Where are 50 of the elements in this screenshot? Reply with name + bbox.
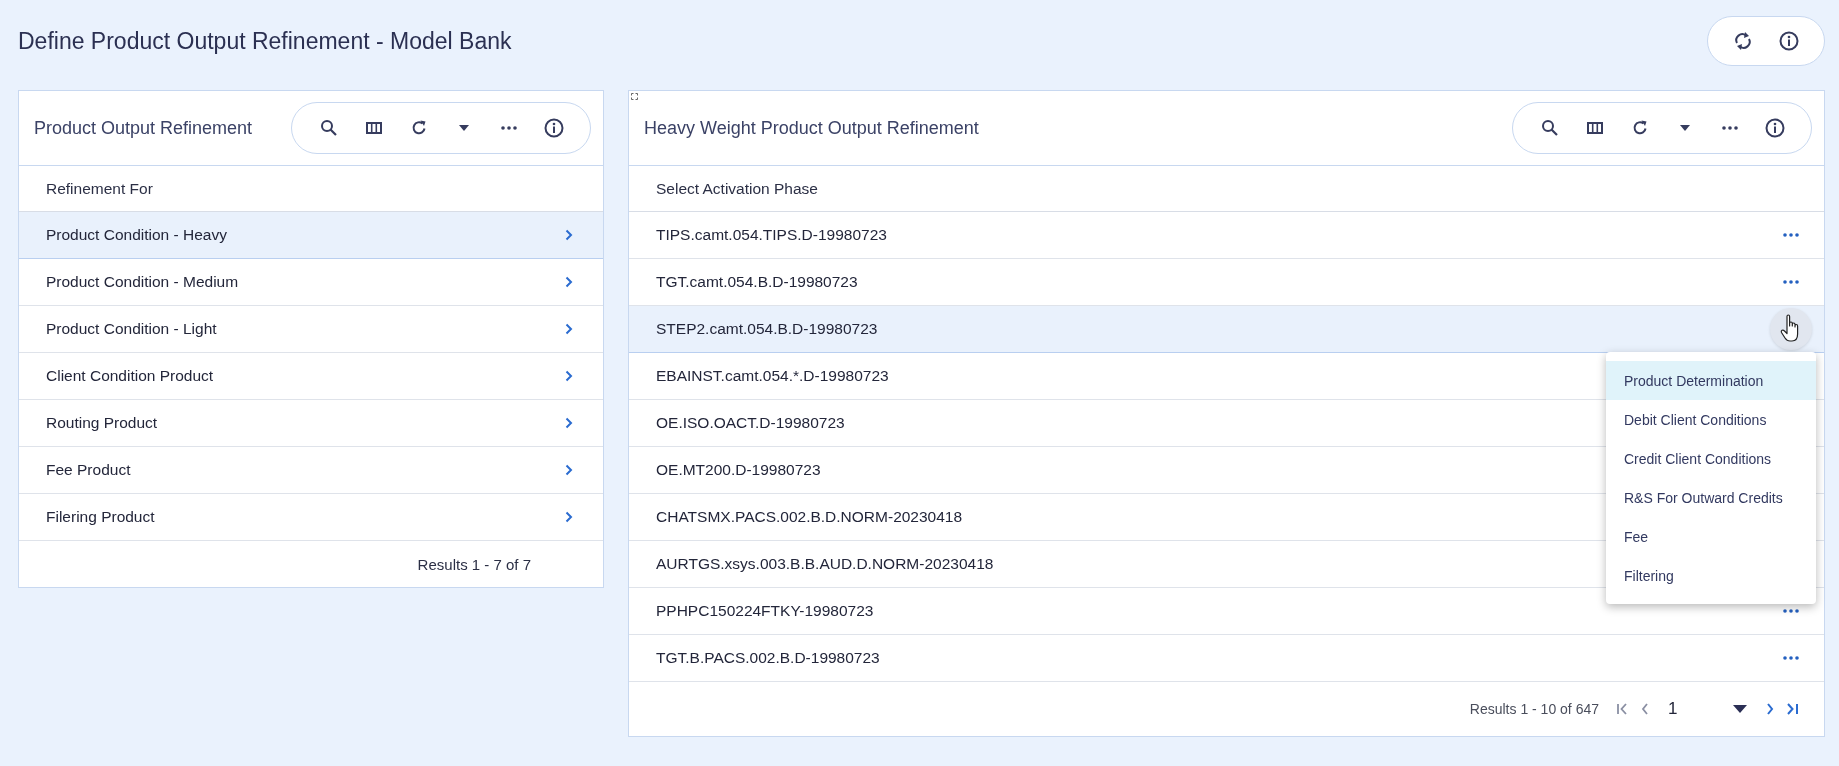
columns-icon xyxy=(1586,121,1603,135)
info-icon xyxy=(1764,118,1785,138)
info-icon xyxy=(1779,31,1799,51)
columns-icon xyxy=(365,121,382,135)
more-icon xyxy=(1783,656,1799,660)
table-row[interactable]: STEP2.camt.054.B.D-19980723 xyxy=(629,306,1824,353)
chevron-right-icon xyxy=(565,323,573,335)
more-icon xyxy=(500,126,517,130)
column-header: Refinement For xyxy=(46,179,153,198)
table-row[interactable]: TGT.B.PACS.002.B.D-19980723 xyxy=(629,635,1824,682)
column-header: Select Activation Phase xyxy=(656,179,818,198)
page-title: Define Product Output Refinement - Model Bank xyxy=(18,27,512,55)
caret-down-icon xyxy=(1733,705,1747,713)
first-page-icon xyxy=(1616,702,1630,716)
more-icon xyxy=(1783,280,1799,284)
chevron-right-icon xyxy=(565,417,573,429)
list-item[interactable]: Filering Product xyxy=(19,494,603,541)
chevron-right-icon xyxy=(565,229,573,241)
search-icon xyxy=(319,119,338,137)
table-row[interactable]: TIPS.camt.054.TIPS.D-19980723 xyxy=(629,212,1824,259)
results-count: Results 1 - 7 of 7 xyxy=(417,555,531,573)
expand-icon xyxy=(631,93,638,100)
search-icon xyxy=(1540,119,1559,137)
list-item[interactable]: Product Condition - Heavy xyxy=(19,212,603,259)
chevron-right-icon xyxy=(565,370,573,382)
caret-down-icon xyxy=(458,125,469,131)
panel-title: Heavy Weight Product Output Refinement xyxy=(644,117,979,139)
caret-down-icon xyxy=(1679,125,1690,131)
list-item[interactable]: Product Condition - Light xyxy=(19,306,603,353)
list-item[interactable]: Fee Product xyxy=(19,447,603,494)
more-icon xyxy=(1783,233,1799,237)
list-item[interactable]: Product Condition - Medium xyxy=(19,259,603,306)
menu-item[interactable]: Product Determination xyxy=(1606,361,1816,400)
menu-item[interactable]: Debit Client Conditions xyxy=(1606,400,1816,439)
results-count: Results 1 - 10 of 647 xyxy=(1469,701,1599,717)
page-select[interactable]: 1 xyxy=(1665,694,1750,724)
list-item[interactable]: Routing Product xyxy=(19,400,603,447)
next-page-icon xyxy=(1765,702,1775,716)
info-icon xyxy=(543,118,564,138)
previous-page-icon xyxy=(1640,702,1650,716)
more-icon xyxy=(1721,126,1738,130)
chevron-right-icon xyxy=(565,276,573,288)
row-menu-button[interactable] xyxy=(1770,308,1812,350)
more-icon xyxy=(1783,609,1799,613)
last-page-icon xyxy=(1785,702,1799,716)
panel-title: Product Output Refinement xyxy=(34,117,253,139)
chevron-right-icon xyxy=(565,511,573,523)
chevron-right-icon xyxy=(565,464,573,476)
sync-icon xyxy=(1733,31,1753,51)
list-item[interactable]: Client Condition Product xyxy=(19,353,603,400)
